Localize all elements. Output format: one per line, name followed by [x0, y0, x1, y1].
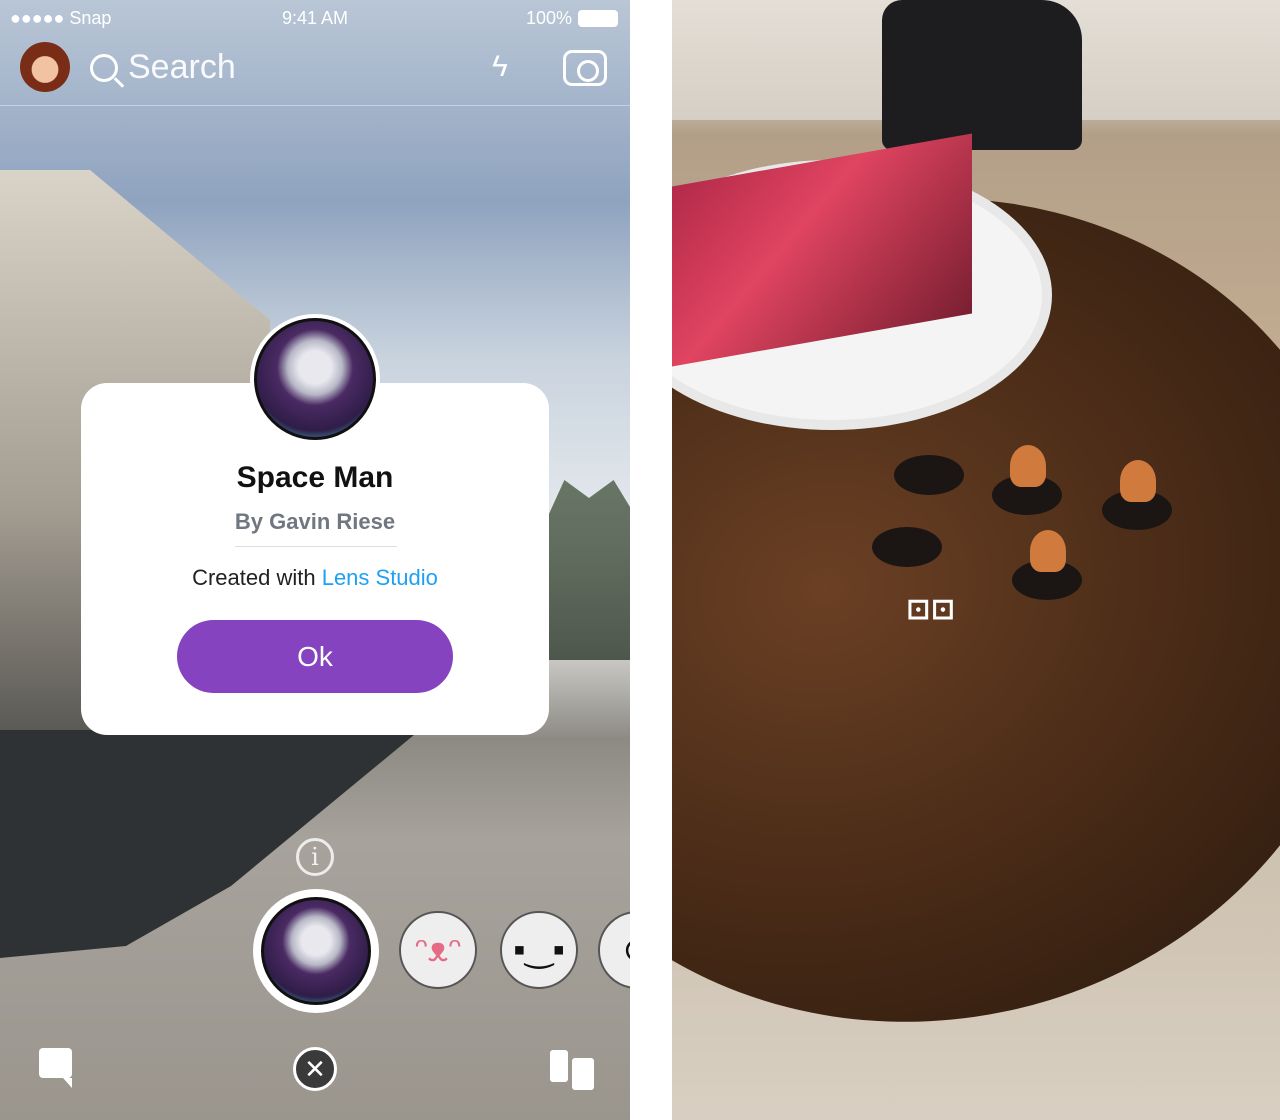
lens-studio-link[interactable]: Lens Studio [322, 565, 438, 590]
info-icon[interactable]: i [296, 838, 334, 876]
ar-table-photo: ⚀⚀ [672, 0, 1280, 1120]
lens-author: By Gavin Riese [234, 509, 396, 534]
flash-off-icon[interactable]: ϟ [492, 50, 508, 84]
search-placeholder: Search [128, 48, 236, 86]
created-prefix: Created with [192, 565, 322, 590]
ar-mole-hole-hat [872, 527, 942, 567]
background-palms [548, 480, 630, 660]
lens-avatar [250, 314, 380, 444]
search-icon [90, 53, 118, 82]
blush-face-lens[interactable]: ⊘ [598, 911, 630, 989]
bitmoji-avatar[interactable] [20, 42, 70, 92]
ar-score-dice: ⚀⚀ [907, 595, 957, 625]
astronaut-image [261, 897, 371, 1005]
stories-icon[interactable] [550, 1050, 596, 1090]
pixel-smile-lens[interactable]: ▪‿▪ [500, 911, 578, 989]
lens-title: Space Man [236, 461, 394, 494]
close-icon[interactable]: ✕ [293, 1047, 337, 1091]
snapchat-camera-screen: ●●●●● Snap 9:41 AM 100% Search ϟ Space M… [0, 0, 630, 1120]
status-bar: ●●●●● Snap 9:41 AM 100% [0, 8, 630, 30]
mole-hole [894, 455, 964, 495]
ok-button[interactable]: Ok [177, 620, 453, 693]
battery-percent: 100% [525, 8, 572, 28]
flip-camera-icon[interactable] [563, 50, 607, 86]
ar-mole [992, 445, 1062, 515]
search-button[interactable]: Search [90, 48, 236, 87]
ar-mole [1102, 460, 1172, 530]
space-man-lens[interactable] [253, 889, 379, 1013]
created-with-text: Created with Lens Studio [81, 565, 549, 591]
ar-mole-sunglasses [1012, 530, 1082, 600]
black-bag [882, 0, 1082, 150]
tongue-face-lens[interactable]: ᵔᴥᵔ [399, 911, 477, 989]
astronaut-image [254, 318, 376, 440]
divider [235, 546, 397, 547]
chat-icon[interactable] [39, 1048, 72, 1088]
top-bar: Search ϟ [0, 40, 630, 106]
battery-icon [578, 10, 618, 27]
